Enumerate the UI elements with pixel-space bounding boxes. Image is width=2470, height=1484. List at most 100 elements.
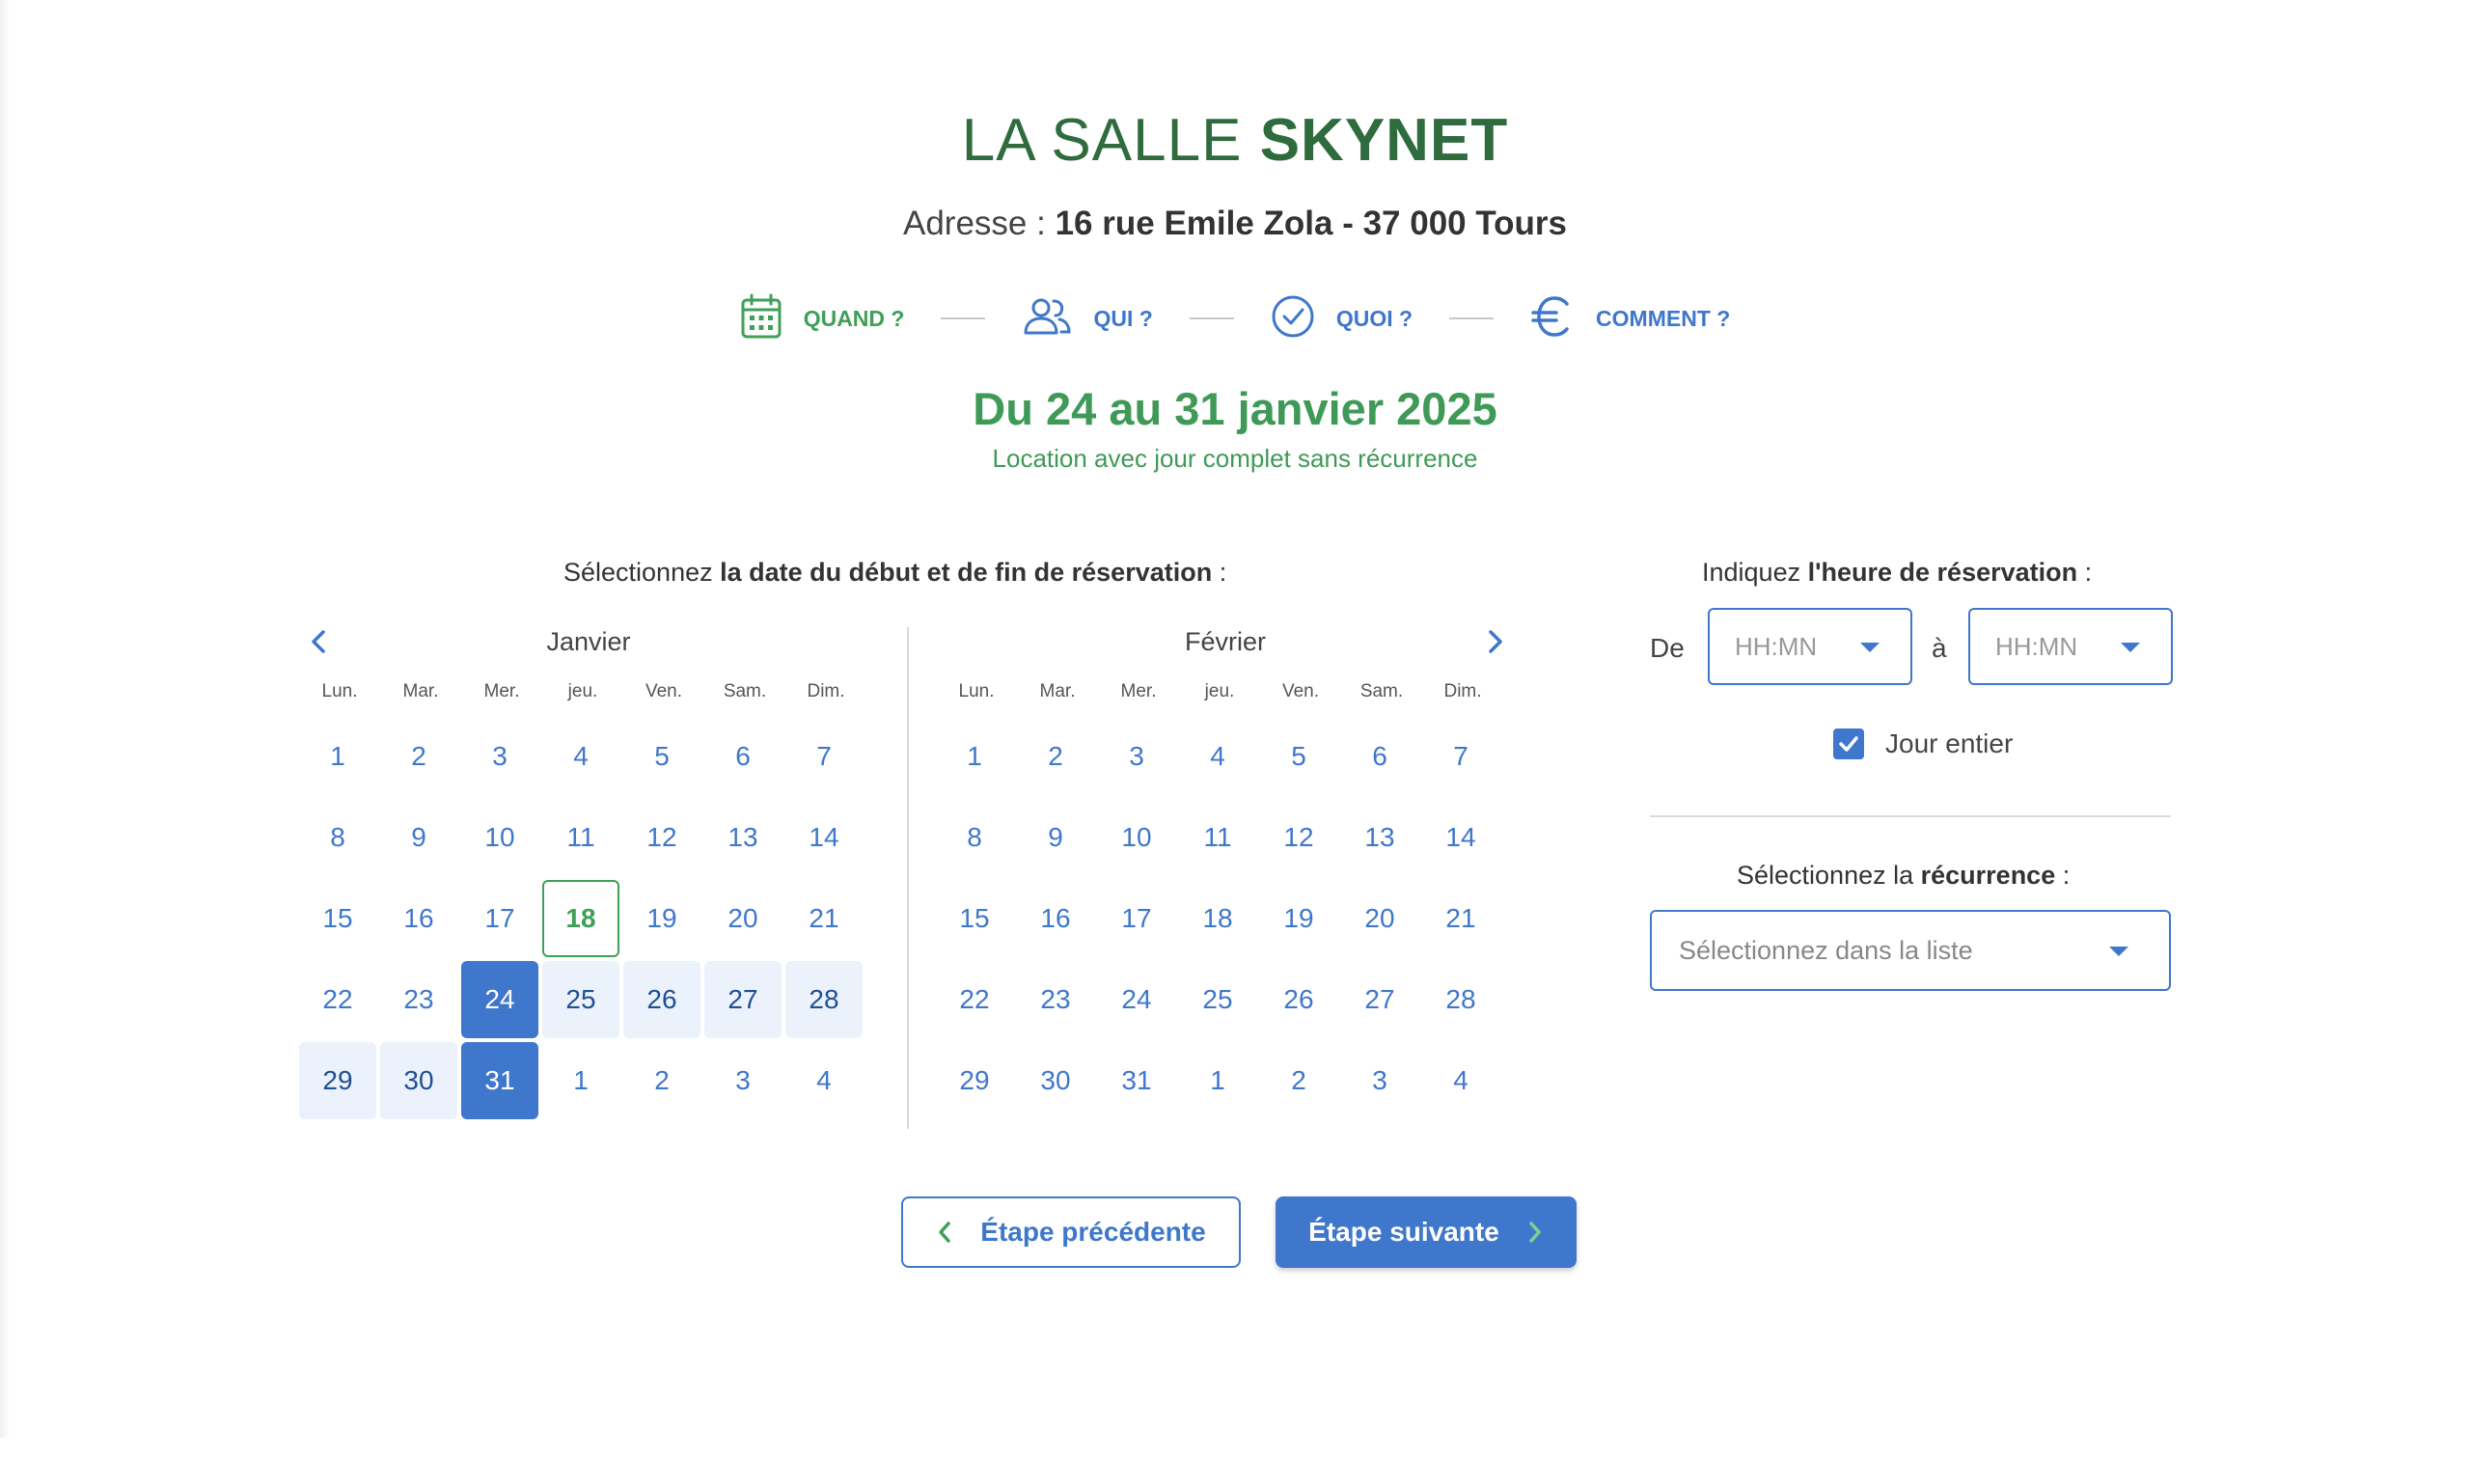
recurrence-select[interactable]: Sélectionnez dans la liste	[1650, 910, 2171, 991]
calendar-day-in-range[interactable]: 27	[704, 961, 782, 1038]
booking-steps: QUAND ? QUI ? QUOI ? COMMENT ?	[0, 289, 2470, 347]
calendar-day[interactable]: 2	[1260, 1042, 1337, 1119]
recurrence-label-end: :	[2055, 861, 2071, 890]
calendar-day[interactable]: 10	[1098, 799, 1175, 876]
full-day-checkbox[interactable]	[1833, 728, 1864, 759]
calendar-day[interactable]: 1	[299, 718, 376, 795]
step-comment[interactable]: COMMENT ?	[1530, 294, 1730, 344]
calendar-day-in-range[interactable]: 30	[380, 1042, 457, 1119]
calendar-day[interactable]: 2	[380, 718, 457, 795]
calendar-day[interactable]: 5	[623, 718, 700, 795]
calendar-day[interactable]: 31	[1098, 1042, 1175, 1119]
calendar-day[interactable]: 20	[1341, 880, 1418, 957]
calendar-day[interactable]: 1	[1179, 1042, 1256, 1119]
caret-down-icon	[2121, 643, 2140, 652]
time-section-label-end: :	[2077, 558, 2093, 587]
calendar-day[interactable]: 9	[1017, 799, 1094, 876]
calendar-day[interactable]: 22	[936, 961, 1013, 1038]
calendar-day[interactable]: 16	[380, 880, 457, 957]
weekday-label: jeu.	[1204, 681, 1235, 701]
calendar-day[interactable]: 15	[299, 880, 376, 957]
section-divider	[1650, 815, 2171, 817]
calendar-day[interactable]: 21	[785, 880, 863, 957]
calendar-day[interactable]: 7	[1422, 718, 1499, 795]
recurrence-label-bold: récurrence	[1920, 861, 2056, 890]
step-qui[interactable]: QUI ?	[1022, 297, 1153, 341]
calendar-day[interactable]: 19	[1260, 880, 1337, 957]
calendar-day[interactable]: 7	[785, 718, 863, 795]
calendar-day[interactable]: 4	[542, 718, 619, 795]
recurrence-placeholder: Sélectionnez dans la liste	[1679, 936, 1973, 965]
calendar-day[interactable]: 17	[461, 880, 538, 957]
calendar-day[interactable]: 14	[1422, 799, 1499, 876]
calendar-day[interactable]: 25	[1179, 961, 1256, 1038]
calendar-day[interactable]: 4	[1422, 1042, 1499, 1119]
next-step-button[interactable]: Étape suivante	[1276, 1196, 1577, 1268]
weekday-label: Sam.	[723, 681, 767, 701]
time-to-label: à	[1932, 633, 1947, 663]
calendar-day[interactable]: 16	[1017, 880, 1094, 957]
month-name: Février	[1184, 627, 1266, 656]
calendar-day-in-range[interactable]: 26	[623, 961, 700, 1038]
calendar-day[interactable]: 23	[1017, 961, 1094, 1038]
calendar-day[interactable]: 21	[1422, 880, 1499, 957]
start-time-select[interactable]: HH:MN	[1708, 608, 1912, 685]
calendar-day[interactable]: 24	[1098, 961, 1175, 1038]
calendar-day[interactable]: 4	[1179, 718, 1256, 795]
calendar-day[interactable]: 6	[1341, 718, 1418, 795]
end-time-select[interactable]: HH:MN	[1968, 608, 2173, 685]
calendar-day[interactable]: 13	[1341, 799, 1418, 876]
start-time-placeholder: HH:MN	[1735, 632, 1818, 661]
calendar-day[interactable]: 18	[1179, 880, 1256, 957]
calendar-day[interactable]: 17	[1098, 880, 1175, 957]
calendar-day[interactable]: 3	[704, 1042, 782, 1119]
calendar-day[interactable]: 22	[299, 961, 376, 1038]
calendar-day[interactable]: 14	[785, 799, 863, 876]
calendar-day[interactable]: 8	[936, 799, 1013, 876]
full-day-toggle[interactable]: Jour entier	[1833, 728, 2013, 760]
date-section-label-end: :	[1212, 558, 1227, 587]
calendar-day[interactable]: 9	[380, 799, 457, 876]
calendar-day[interactable]: 10	[461, 799, 538, 876]
calendar-day[interactable]: 4	[785, 1042, 863, 1119]
calendar-day[interactable]: 5	[1260, 718, 1337, 795]
calendar-day[interactable]: 8	[299, 799, 376, 876]
title-room-name: SKYNET	[1259, 107, 1509, 174]
calendar-day[interactable]: 20	[704, 880, 782, 957]
calendar-day[interactable]: 2	[623, 1042, 700, 1119]
calendar-day[interactable]: 3	[1341, 1042, 1418, 1119]
calendar-day[interactable]: 23	[380, 961, 457, 1038]
calendar-day-in-range[interactable]: 25	[542, 961, 619, 1038]
calendar-day[interactable]: 11	[1179, 799, 1256, 876]
calendar-day-selected[interactable]: 31	[461, 1042, 538, 1119]
calendar-day[interactable]: 15	[936, 880, 1013, 957]
weekday-label: Dim.	[807, 681, 845, 701]
calendar-day[interactable]: 30	[1017, 1042, 1094, 1119]
step-quand[interactable]: QUAND ?	[740, 293, 904, 344]
calendar-day[interactable]: 29	[936, 1042, 1013, 1119]
step-quoi[interactable]: QUOI ?	[1271, 294, 1413, 344]
calendar-day-in-range[interactable]: 28	[785, 961, 863, 1038]
previous-step-button[interactable]: Étape précédente	[901, 1196, 1241, 1268]
selected-period-subtitle: Location avec jour complet sans récurren…	[992, 444, 1478, 473]
calendar-day[interactable]: 2	[1017, 718, 1094, 795]
calendar-day[interactable]: 3	[1098, 718, 1175, 795]
calendar-day[interactable]: 12	[1260, 799, 1337, 876]
calendar-day-in-range[interactable]: 29	[299, 1042, 376, 1119]
calendar-day[interactable]: 11	[542, 799, 619, 876]
calendar-day-today[interactable]: 18	[542, 880, 619, 957]
calendar-day[interactable]: 26	[1260, 961, 1337, 1038]
calendar-day[interactable]: 3	[461, 718, 538, 795]
calendar-day[interactable]: 13	[704, 799, 782, 876]
calendar-day[interactable]: 1	[542, 1042, 619, 1119]
calendar-day[interactable]: 28	[1422, 961, 1499, 1038]
calendar-day-selected[interactable]: 24	[461, 961, 538, 1038]
calendar-day[interactable]: 12	[623, 799, 700, 876]
calendar-day[interactable]: 6	[704, 718, 782, 795]
prev-month-button[interactable]	[299, 618, 338, 666]
calendar-day[interactable]: 19	[623, 880, 700, 957]
calendar-day[interactable]: 1	[936, 718, 1013, 795]
caret-down-icon	[1860, 643, 1880, 652]
next-month-button[interactable]	[1476, 618, 1515, 666]
calendar-day[interactable]: 27	[1341, 961, 1418, 1038]
